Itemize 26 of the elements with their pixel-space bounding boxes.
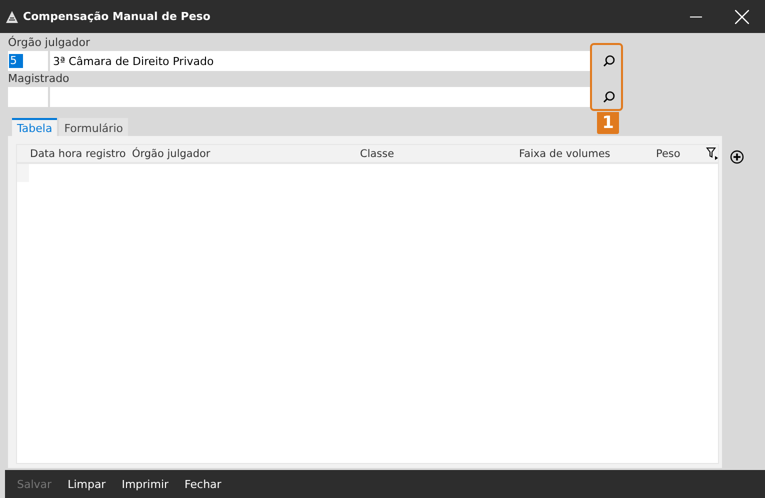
app-logo-icon (6, 10, 18, 22)
annotation-frame (590, 43, 623, 111)
tab[interactable]: Tabela (12, 118, 58, 136)
name-field[interactable] (50, 87, 590, 107)
name-field[interactable]: 3ª Câmara de Direito Privado (50, 51, 590, 71)
column-header: Órgão julgador (132, 148, 212, 160)
search-icon (603, 55, 615, 67)
column-header: Data hora registro (30, 148, 127, 160)
column-header: Faixa de volumes (519, 148, 612, 160)
code-field[interactable]: 5 (8, 51, 48, 71)
add-icon (730, 150, 744, 164)
field-label: Magistrado (8, 73, 70, 85)
field-label: Órgão julgador (8, 37, 91, 49)
search-icon (603, 91, 615, 103)
filter-button[interactable] (706, 147, 718, 160)
column-header: Peso (656, 148, 682, 160)
window-title: Compensação Manual de Peso (23, 10, 212, 23)
filter-icon (706, 147, 718, 160)
footer-button[interactable]: Fechar (176, 478, 230, 490)
footer-button[interactable]: Limpar (60, 478, 114, 490)
close-icon (735, 10, 749, 24)
column-header: Classe (360, 148, 396, 160)
annotation-badge: 1 (597, 112, 619, 134)
footer-button[interactable]: Imprimir (114, 478, 177, 490)
code-field[interactable] (8, 87, 48, 107)
tab[interactable]: Formulário (59, 118, 128, 136)
